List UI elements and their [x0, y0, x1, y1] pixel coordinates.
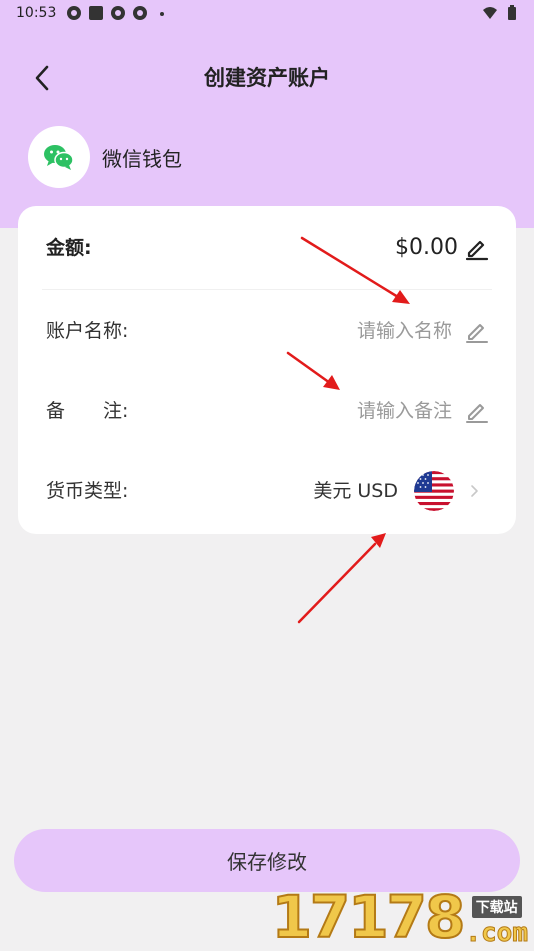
status-system-icons: [482, 5, 520, 21]
amount-value[interactable]: $0.00: [395, 218, 458, 278]
watermark-side: 下载站 .com: [465, 896, 529, 948]
edit-amount-icon[interactable]: [464, 235, 490, 261]
account-name-row[interactable]: 账户名称: 请输入名称: [18, 301, 516, 361]
app-notification-icon: [111, 6, 125, 20]
divider: [42, 289, 492, 290]
wallet-row: 微信钱包: [28, 126, 182, 188]
account-name-label: 账户名称:: [46, 320, 129, 342]
edit-note-icon[interactable]: [464, 398, 490, 424]
watermark-download-label: 下载站: [471, 896, 522, 918]
note-label: 备 注:: [46, 400, 129, 422]
note-row[interactable]: 备 注: 请输入备注: [18, 381, 516, 441]
account-name-input[interactable]: 请输入名称: [357, 301, 452, 361]
square-notification-icon: [89, 6, 103, 20]
watermark-logo: 17178 下载站 .com: [271, 883, 529, 951]
battery-icon: [508, 5, 516, 20]
watermark-domain: .com: [465, 918, 529, 948]
currency-value[interactable]: 美元 USD: [313, 461, 398, 521]
status-notification-icons: [66, 5, 170, 21]
amount-label: 金额:: [46, 237, 92, 259]
chevron-right-icon[interactable]: [468, 481, 482, 501]
status-time: 10:53: [16, 5, 57, 21]
status-bar: 10:53: [0, 0, 534, 28]
app-notification-icon: [133, 6, 147, 20]
app-notification-icon: [67, 6, 81, 20]
wallet-name: 微信钱包: [102, 146, 182, 171]
watermark-number: 17178: [271, 883, 467, 951]
page-title: 创建资产账户: [204, 66, 330, 90]
header-background: [0, 0, 534, 228]
more-dot-icon: [160, 12, 164, 16]
currency-row[interactable]: 货币类型: 美元 USD: [18, 461, 516, 521]
wallet-avatar: [28, 126, 90, 188]
edit-name-icon[interactable]: [464, 318, 490, 344]
currency-label: 货币类型:: [46, 480, 129, 502]
wechat-icon: [44, 145, 74, 170]
account-form-card: 金额: $0.00 账户名称: 请输入名称 备 注: 请输入备注 货币类型: 美…: [18, 206, 516, 534]
annotation-arrow: [297, 542, 377, 624]
note-input[interactable]: 请输入备注: [357, 381, 452, 441]
us-flag-icon: [414, 471, 454, 511]
amount-row[interactable]: 金额: $0.00: [18, 218, 516, 278]
wifi-icon: [483, 7, 497, 19]
